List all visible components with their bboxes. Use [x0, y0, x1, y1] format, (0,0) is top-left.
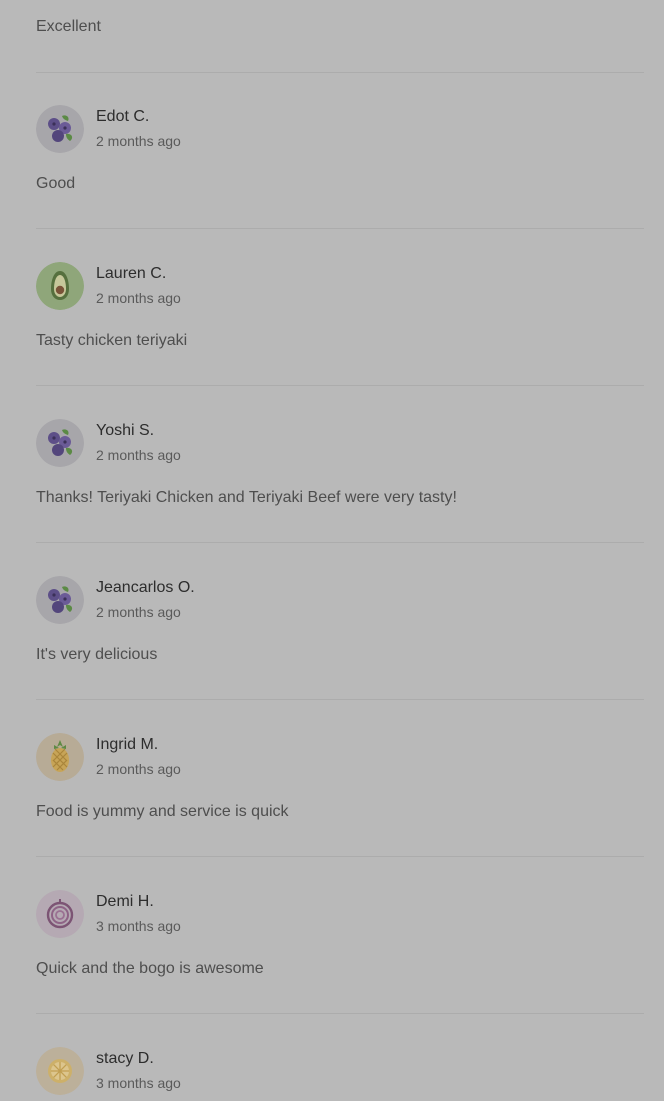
reviewer-name: Yoshi S.	[96, 422, 155, 439]
avocado-icon	[36, 262, 84, 310]
divider	[36, 699, 644, 700]
review-time: 2 months ago	[96, 133, 181, 149]
review-comment: Thanks! Teriyaki Chicken and Teriyaki Be…	[36, 489, 457, 506]
reviewer-name: Ingrid M.	[96, 736, 159, 753]
review-time: 2 months ago	[96, 761, 181, 777]
review-time: 3 months ago	[96, 918, 181, 934]
review-time: 2 months ago	[96, 604, 181, 620]
lemon-icon	[36, 1047, 84, 1095]
divider	[36, 228, 644, 229]
reviewer-name: Lauren C.	[96, 265, 167, 282]
divider	[36, 542, 644, 543]
blueberry-icon	[36, 419, 84, 467]
review-time: 2 months ago	[96, 290, 181, 306]
review-time: 3 months ago	[96, 1075, 181, 1091]
blueberry-icon	[36, 576, 84, 624]
review-comment: Food is yummy and service is quick	[36, 803, 289, 820]
reviewer-name: Edot C.	[96, 108, 150, 125]
review-comment: Quick and the bogo is awesome	[36, 960, 264, 977]
divider	[36, 1013, 644, 1014]
pineapple-icon	[36, 733, 84, 781]
reviewer-name: Jeancarlos O.	[96, 579, 195, 596]
divider	[36, 72, 644, 73]
review-comment: Good	[36, 175, 76, 192]
review-comment: It's very delicious	[36, 646, 158, 663]
onion-icon	[36, 890, 84, 938]
divider	[36, 856, 644, 857]
divider	[36, 385, 644, 386]
reviewer-name: Demi H.	[96, 893, 154, 910]
reviewer-name: stacy D.	[96, 1050, 154, 1067]
review-time: 2 months ago	[96, 447, 181, 463]
reviews-list: Excellent Edot C. 2 months ago Good Laur…	[0, 0, 664, 1101]
review-comment: Tasty chicken teriyaki	[36, 332, 188, 349]
blueberry-icon	[36, 105, 84, 153]
review-comment: Excellent	[36, 18, 101, 35]
